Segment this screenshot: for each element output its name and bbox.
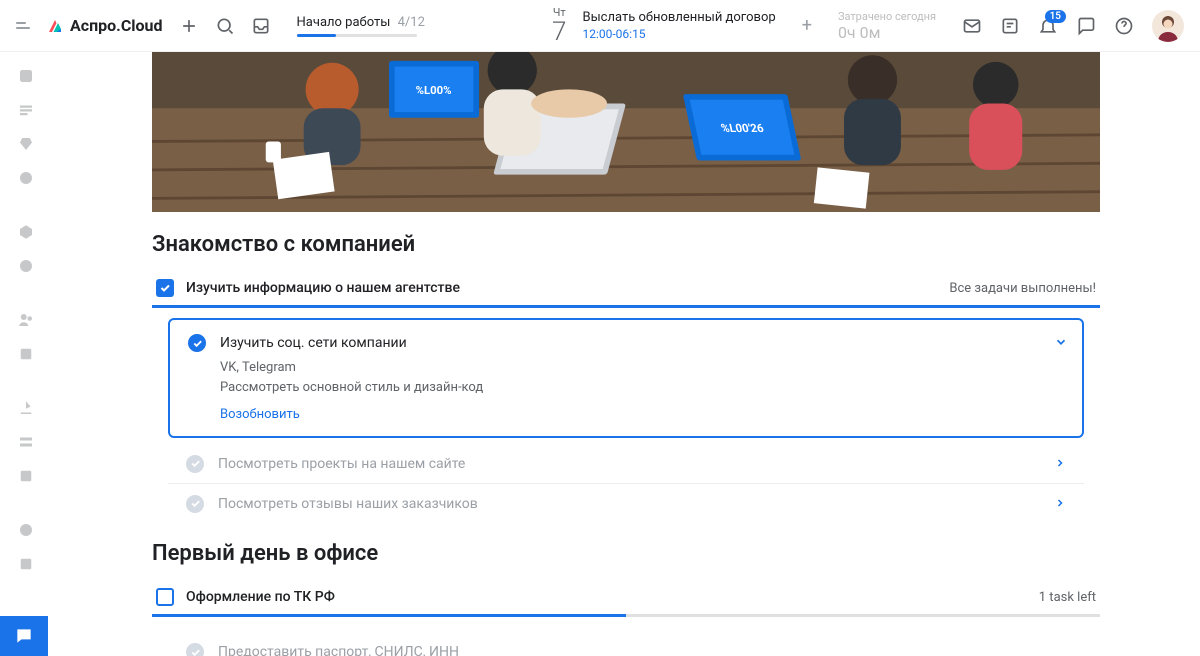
task-row[interactable]: Предоставить паспорт, СНИЛС, ИНН xyxy=(168,627,1084,656)
task-body: VK, Telegram Рассмотреть основной стиль … xyxy=(220,358,1064,397)
stage-progress-bar xyxy=(152,614,1100,617)
stage-status: Все задачи выполнены! xyxy=(949,281,1096,296)
svg-text:%L00%: %L00% xyxy=(416,83,452,97)
top-header: Аспро.Cloud Начало работы 4/12 Чт 7 Высл… xyxy=(0,0,1200,52)
rail-item[interactable] xyxy=(10,306,42,334)
rail-item[interactable] xyxy=(10,462,42,490)
stage-progress-bar xyxy=(152,305,1100,308)
brand-logo[interactable]: Аспро.Cloud xyxy=(46,16,163,35)
notes-icon[interactable] xyxy=(1000,16,1020,36)
svg-text:%L00'26: %L00'26 xyxy=(720,121,766,135)
menu-toggle[interactable] xyxy=(16,22,30,29)
add-event-button[interactable]: + xyxy=(792,15,822,36)
stage-header[interactable]: Оформление по ТК РФ 1 task left xyxy=(152,580,1100,614)
task-title: Посмотреть проекты на нашем сайте xyxy=(218,456,465,472)
logo-icon xyxy=(46,17,64,35)
notifications-icon[interactable]: 15 xyxy=(1038,16,1058,36)
task-done-icon xyxy=(186,495,204,513)
event-time: 12:00-06:15 xyxy=(582,27,775,41)
stage-block: Оформление по ТК РФ 1 task left Предоста… xyxy=(152,580,1100,656)
brand-name: Аспро.Cloud xyxy=(70,16,163,35)
rail-item[interactable] xyxy=(10,62,42,90)
tracked-label: Затрачено сегодня xyxy=(838,10,936,23)
stage-title: Оформление по ТК РФ xyxy=(186,589,335,605)
section-title: Знакомство с компанией xyxy=(152,232,1100,257)
chat-icon[interactable] xyxy=(1076,16,1096,36)
tracked-value: 0ч 0м xyxy=(838,23,936,42)
side-rail xyxy=(0,52,52,656)
search-button[interactable] xyxy=(215,16,235,36)
rail-item[interactable] xyxy=(10,340,42,368)
rail-item[interactable] xyxy=(10,218,42,246)
task-card-expanded[interactable]: Изучить соц. сети компании VK, Telegram … xyxy=(168,318,1084,438)
next-event[interactable]: Выслать обновленный договор 12:00-06:15 xyxy=(582,10,775,41)
stage-checkbox-unchecked-icon[interactable] xyxy=(156,588,174,606)
rail-item[interactable] xyxy=(10,252,42,280)
user-avatar[interactable] xyxy=(1152,10,1184,42)
rail-item[interactable] xyxy=(10,164,42,192)
rail-item[interactable] xyxy=(10,96,42,124)
event-title: Выслать обновленный договор xyxy=(582,10,775,25)
task-title: Предоставить паспорт, СНИЛС, ИНН xyxy=(218,644,459,656)
onboarding-progress[interactable]: Начало работы 4/12 xyxy=(297,15,425,37)
stage-checkbox-checked-icon[interactable] xyxy=(156,279,174,297)
hero-image: %L00% %L00'26 xyxy=(152,52,1100,212)
resume-button[interactable]: Возобновить xyxy=(220,407,1064,422)
stage-header[interactable]: Изучить информацию о нашем агентстве Все… xyxy=(152,271,1100,305)
today-block[interactable]: Чт 7 xyxy=(552,6,566,45)
task-done-icon xyxy=(186,455,204,473)
onboarding-title: Начало работы xyxy=(297,15,391,30)
rail-item[interactable] xyxy=(10,428,42,456)
help-icon[interactable] xyxy=(1114,16,1134,36)
rail-item[interactable] xyxy=(10,550,42,578)
rail-item[interactable] xyxy=(10,516,42,544)
stage-block: Изучить информацию о нашем агентстве Все… xyxy=(152,271,1100,523)
task-row[interactable]: Посмотреть отзывы наших заказчиков xyxy=(168,484,1084,523)
rail-item[interactable] xyxy=(10,130,42,158)
mail-icon[interactable] xyxy=(962,16,982,36)
onboarding-bar xyxy=(297,34,417,37)
main-content: %L00% %L00'26 Знакомство с компание xyxy=(52,52,1200,656)
day-number: 7 xyxy=(552,19,566,45)
task-done-icon xyxy=(188,334,206,352)
task-done-icon xyxy=(186,643,204,656)
section-title: Первый день в офисе xyxy=(152,541,1100,566)
stage-status: 1 task left xyxy=(1039,590,1096,605)
add-button[interactable] xyxy=(179,16,199,36)
onboarding-count: 4/12 xyxy=(398,15,425,30)
rail-item[interactable] xyxy=(10,394,42,422)
time-tracked[interactable]: Затрачено сегодня 0ч 0м xyxy=(838,10,936,42)
chevron-right-icon xyxy=(1054,494,1066,513)
stage-title: Изучить информацию о нашем агентстве xyxy=(186,280,460,296)
task-title: Изучить соц. сети компании xyxy=(220,335,407,351)
task-row[interactable]: Посмотреть проекты на нашем сайте xyxy=(168,444,1084,483)
inbox-button[interactable] xyxy=(251,16,271,36)
chevron-down-icon[interactable] xyxy=(1054,334,1068,353)
notifications-count: 15 xyxy=(1045,10,1066,23)
chevron-right-icon xyxy=(1054,454,1066,473)
task-title: Посмотреть отзывы наших заказчиков xyxy=(218,496,478,512)
support-chat-button[interactable] xyxy=(0,616,48,656)
